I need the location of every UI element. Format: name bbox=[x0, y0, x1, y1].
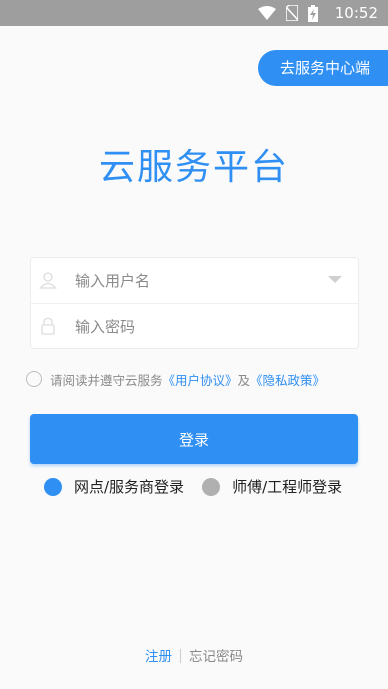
login-page: 去服务中心端 云服务平台 请阅读并遵守云服务 《用户协议》 及 《隐私政策》 登… bbox=[0, 26, 388, 689]
no-sim-icon bbox=[286, 5, 298, 21]
password-field bbox=[31, 303, 358, 350]
status-time: 10:52 bbox=[334, 4, 378, 22]
password-input[interactable] bbox=[73, 304, 327, 350]
footer-links: 注册 忘记密码 bbox=[0, 645, 388, 665]
login-form bbox=[30, 257, 359, 350]
app-title: 云服务平台 bbox=[98, 147, 289, 188]
battery-charging-icon bbox=[308, 4, 318, 22]
agreement-row: 请阅读并遵守云服务 《用户协议》 及 《隐私政策》 bbox=[26, 369, 325, 389]
forgot-password-link[interactable]: 忘记密码 bbox=[189, 649, 243, 665]
role-radio-unselected[interactable] bbox=[202, 477, 221, 496]
chevron-down-icon[interactable] bbox=[328, 276, 342, 283]
status-bar: 10:52 bbox=[0, 0, 388, 26]
role-option-outlet[interactable]: 网点/服务商登录 bbox=[44, 476, 184, 497]
username-field bbox=[31, 258, 358, 304]
user-agreement-link[interactable]: 《用户协议》 bbox=[163, 370, 238, 389]
username-input[interactable] bbox=[73, 258, 327, 304]
wifi-icon bbox=[258, 6, 276, 20]
user-icon bbox=[39, 272, 57, 289]
footer-divider bbox=[180, 649, 181, 663]
agreement-checkbox[interactable] bbox=[26, 371, 42, 387]
role-selector: 网点/服务商登录 师傅/工程师登录 bbox=[44, 476, 342, 497]
role-label-engineer: 师傅/工程师登录 bbox=[232, 478, 343, 496]
service-center-button[interactable]: 去服务中心端 bbox=[258, 50, 388, 86]
login-button[interactable]: 登录 bbox=[30, 414, 358, 464]
privacy-policy-link[interactable]: 《隐私政策》 bbox=[250, 370, 325, 389]
lock-icon bbox=[41, 317, 55, 335]
role-radio-selected[interactable] bbox=[44, 477, 62, 496]
agreement-and: 及 bbox=[237, 372, 251, 388]
status-icons bbox=[258, 4, 318, 22]
register-link[interactable]: 注册 bbox=[145, 649, 172, 665]
role-option-engineer[interactable]: 师傅/工程师登录 bbox=[202, 476, 342, 497]
agreement-prefix: 请阅读并遵守云服务 bbox=[50, 372, 163, 388]
role-label-outlet: 网点/服务商登录 bbox=[74, 478, 185, 496]
